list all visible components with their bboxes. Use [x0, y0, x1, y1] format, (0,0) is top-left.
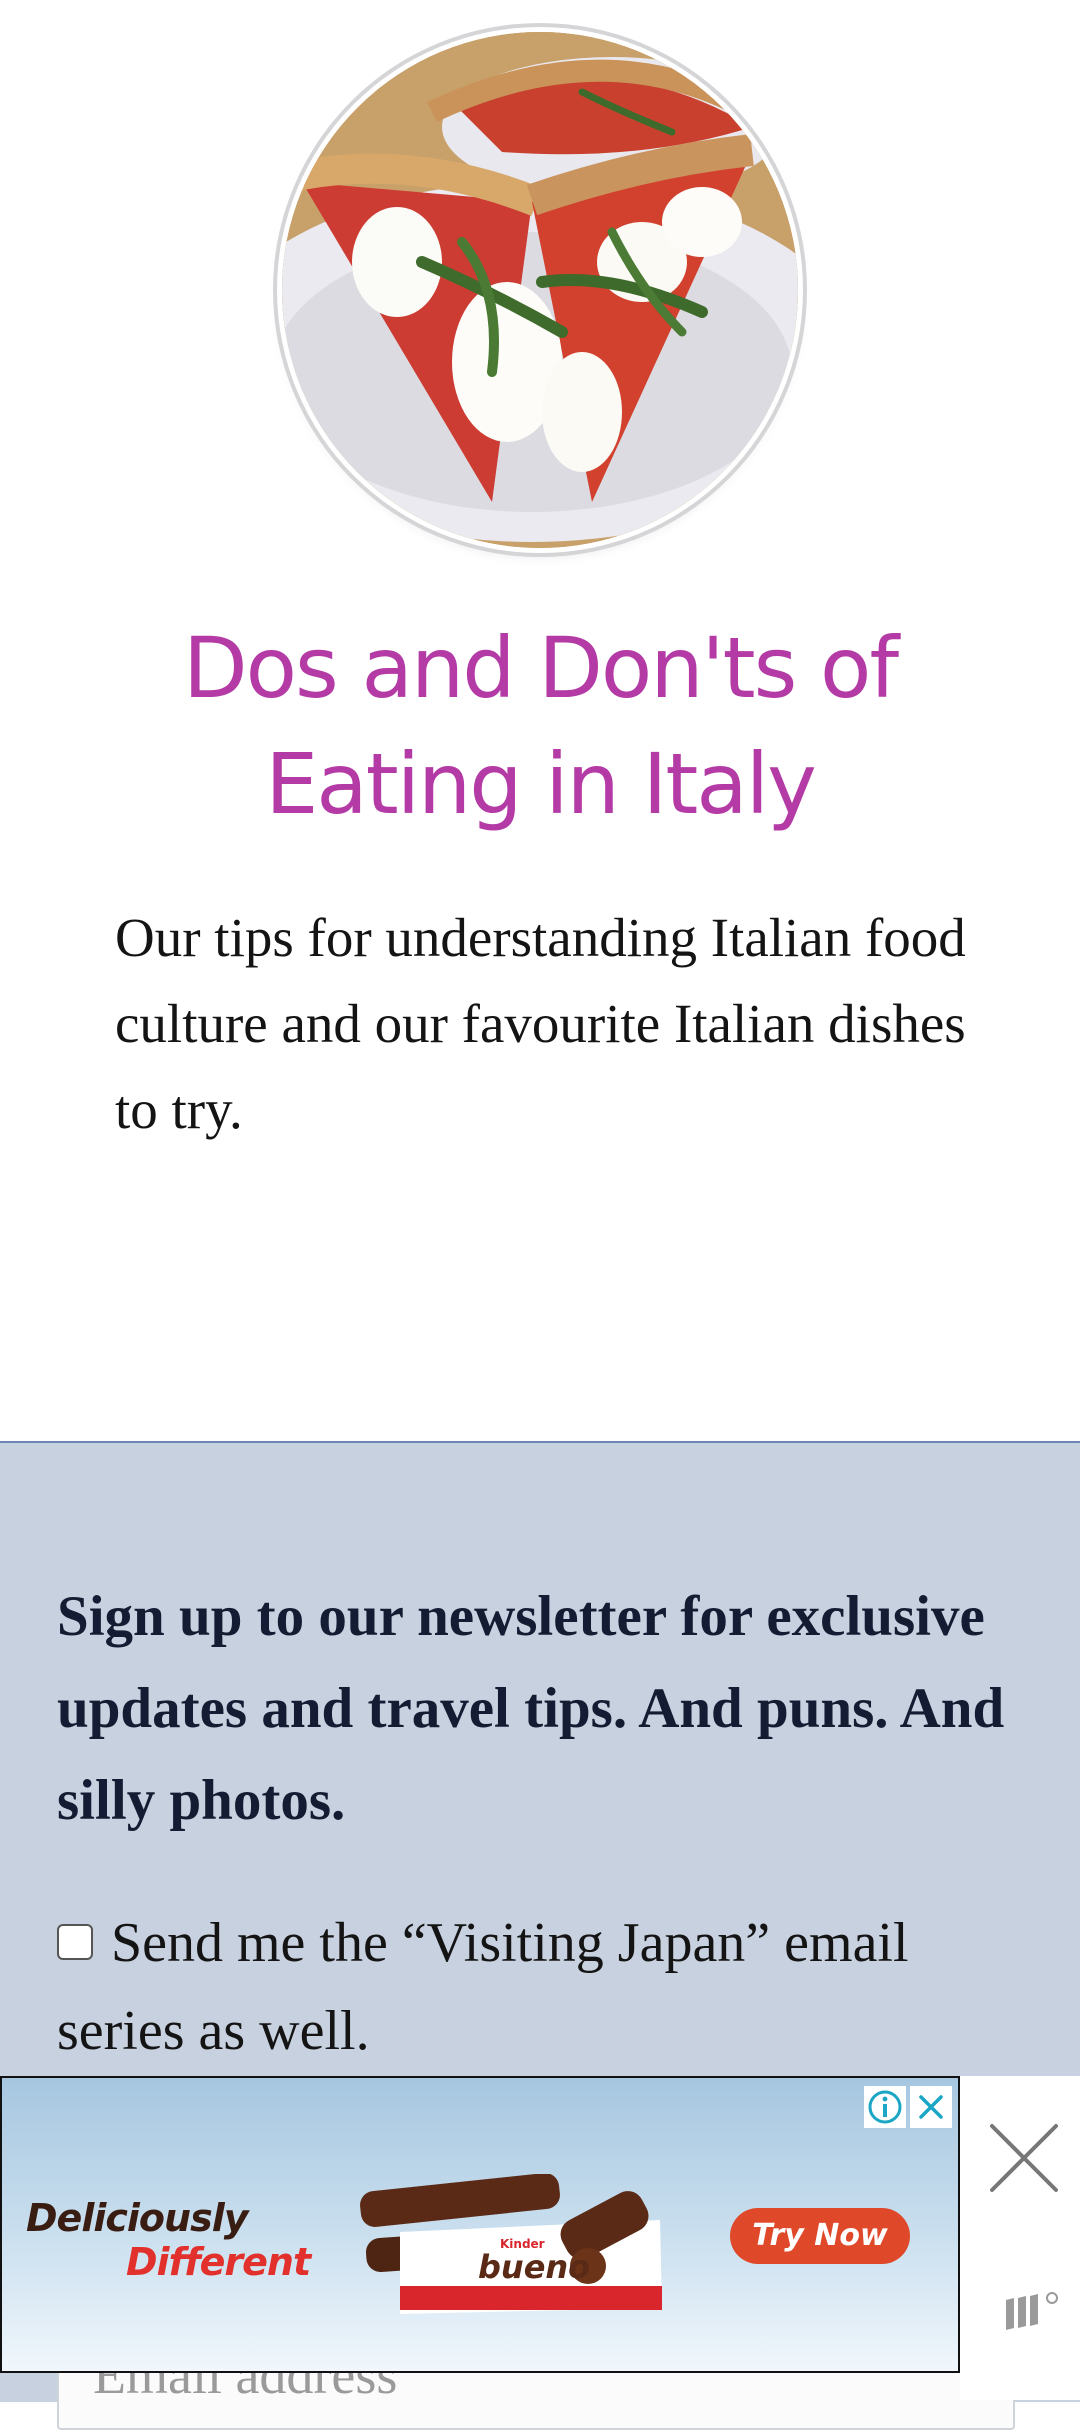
hero-image: [282, 32, 798, 548]
ad-side-panel: [960, 2076, 1080, 2400]
ad-network-logo-icon: [1000, 2288, 1064, 2332]
newsletter-heading: Sign up to our newsletter for exclusive …: [57, 1585, 1005, 1832]
optin-row: Send me the “Visiting Japan” email serie…: [57, 1899, 1047, 2075]
ad-x-icon[interactable]: [910, 2086, 952, 2128]
ad-try-now-button[interactable]: Try Now: [730, 2208, 910, 2264]
ad-slogan-line1: Deliciously: [26, 2196, 248, 2240]
article-title[interactable]: Dos and Don'ts of Eating in Italy: [60, 610, 1020, 842]
ad-info-icon[interactable]: [864, 2086, 906, 2128]
ad-product-name: bueno: [478, 2248, 590, 2286]
ad-banner[interactable]: Deliciously Different Kinder bueno Try N…: [0, 2076, 960, 2373]
close-icon[interactable]: [986, 2120, 1062, 2196]
ad-slogan-line2: Different: [126, 2240, 311, 2284]
optin-checkbox[interactable]: [57, 1924, 93, 1961]
optin-label[interactable]: Send me the “Visiting Japan” email serie…: [57, 1912, 909, 2062]
article-excerpt: Our tips for understanding Italian food …: [115, 907, 966, 1140]
ad-product-image: Kinder bueno: [360, 2174, 662, 2314]
